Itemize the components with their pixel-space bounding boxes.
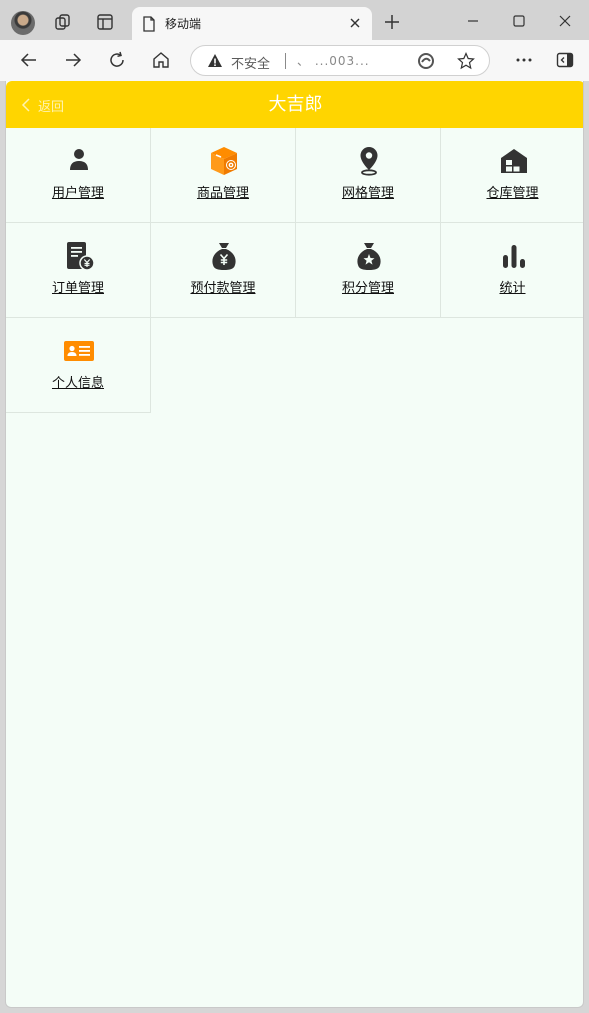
id-card-icon xyxy=(64,341,94,361)
minimize-icon[interactable] xyxy=(462,10,484,32)
browser-titlebar: 移动端 xyxy=(0,0,589,40)
product-box-icon xyxy=(211,147,237,175)
workspaces-icon[interactable] xyxy=(54,13,72,31)
security-label[interactable]: 不安全 xyxy=(231,53,270,72)
menu-item-points-management[interactable]: 积分管理 xyxy=(296,223,441,318)
location-pin-icon xyxy=(360,147,378,176)
menu-label: 网格管理 xyxy=(341,186,394,201)
menu-label: 用户管理 xyxy=(51,186,104,201)
menu-label: 订单管理 xyxy=(51,281,104,296)
edge-reader-icon[interactable] xyxy=(417,52,435,70)
maximize-icon[interactable] xyxy=(508,10,530,32)
menu-label: 个人信息 xyxy=(51,376,104,391)
warehouse-icon xyxy=(501,149,527,173)
page-viewport: 返回 大吉郎 用户管理 商品管理 网格管理 仓库管理 订单管理 预付款管理 积分… xyxy=(5,81,584,1008)
refresh-icon[interactable] xyxy=(107,50,127,70)
bar-chart-icon xyxy=(503,245,525,268)
menu-item-prepayment-management[interactable]: 预付款管理 xyxy=(151,223,296,318)
browser-tab[interactable]: 移动端 xyxy=(132,7,372,40)
warning-icon[interactable] xyxy=(207,53,223,69)
money-bag-icon xyxy=(212,243,236,270)
user-icon xyxy=(70,149,88,170)
profile-avatar[interactable] xyxy=(11,11,35,35)
menu-item-order-management[interactable]: 订单管理 xyxy=(6,223,151,318)
menu-label: 商品管理 xyxy=(196,186,249,201)
menu-item-user-management[interactable]: 用户管理 xyxy=(6,128,151,223)
address-bar[interactable]: 不安全 、 ...003... xyxy=(190,45,490,76)
order-bill-icon xyxy=(67,242,95,271)
back-arrow-icon[interactable] xyxy=(19,50,39,70)
close-window-icon[interactable] xyxy=(554,10,576,32)
address-divider xyxy=(285,53,286,69)
menu-label: 积分管理 xyxy=(341,281,394,296)
points-bag-icon xyxy=(357,243,381,270)
forward-arrow-icon[interactable] xyxy=(63,50,83,70)
menu-item-product-management[interactable]: 商品管理 xyxy=(151,128,296,223)
favorite-star-icon[interactable] xyxy=(457,52,475,70)
menu-label: 预付款管理 xyxy=(190,281,256,296)
browser-toolbar: 不安全 、 ...003... xyxy=(0,40,589,81)
close-tab-icon[interactable] xyxy=(348,16,362,30)
app-header: 返回 大吉郎 xyxy=(6,81,583,128)
menu-item-grid-management[interactable]: 网格管理 xyxy=(296,128,441,223)
menu-item-statistics[interactable]: 统计 xyxy=(441,223,583,318)
tab-actions-icon[interactable] xyxy=(96,13,114,31)
menu-item-personal-info[interactable]: 个人信息 xyxy=(6,318,151,413)
page-title: 大吉郎 xyxy=(268,94,323,115)
new-tab-icon[interactable] xyxy=(384,14,400,30)
url-text[interactable]: 、 ...003... xyxy=(297,52,370,69)
tab-title: 移动端 xyxy=(165,17,202,31)
menu-item-warehouse-management[interactable]: 仓库管理 xyxy=(441,128,583,223)
sidebar-toggle-icon[interactable] xyxy=(556,51,574,69)
menu-label: 仓库管理 xyxy=(486,186,539,201)
menu-label: 统计 xyxy=(499,281,526,296)
home-icon[interactable] xyxy=(151,50,171,70)
page-icon xyxy=(143,16,155,32)
more-menu-icon[interactable] xyxy=(514,50,534,70)
